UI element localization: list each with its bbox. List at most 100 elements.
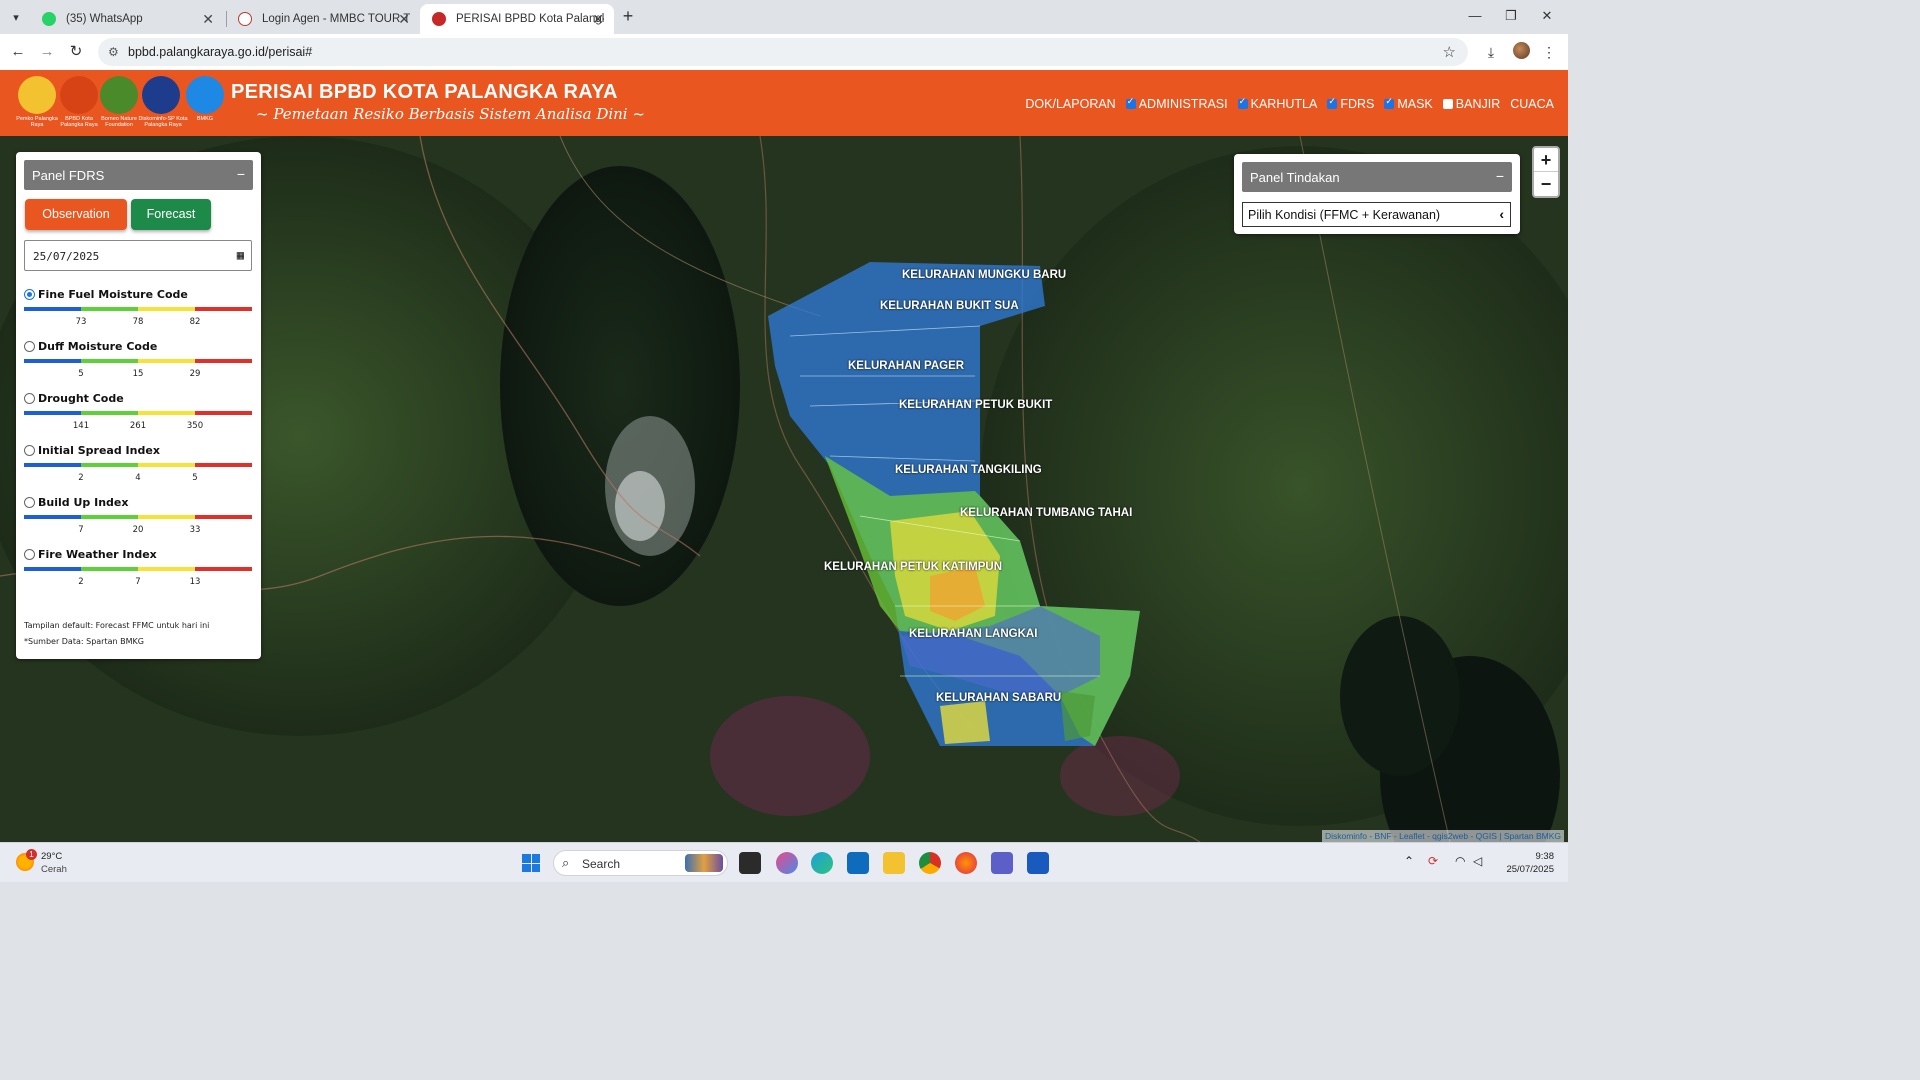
nav-label: DOK/LAPORAN xyxy=(1025,97,1116,111)
scale-segment xyxy=(81,463,138,467)
download-icon[interactable]: ⤓ xyxy=(1482,43,1500,61)
menu-kebab-icon[interactable]: ⋮ xyxy=(1540,43,1558,61)
fdrs-index-item[interactable]: Duff Moisture Code 5 15 29 xyxy=(24,339,252,389)
index-radio[interactable] xyxy=(24,445,35,456)
firefox-icon[interactable] xyxy=(955,852,977,874)
index-color-scale xyxy=(24,567,252,571)
kelurahan-label[interactable]: KELURAHAN LANGKAI xyxy=(909,628,1037,640)
edge-icon[interactable] xyxy=(811,852,833,874)
forecast-button[interactable]: Forecast xyxy=(131,199,211,230)
collapse-icon[interactable]: − xyxy=(237,166,245,182)
outlook-icon[interactable] xyxy=(847,852,869,874)
zoom-control: + − xyxy=(1532,146,1560,198)
kelurahan-label[interactable]: KELURAHAN PETUK BUKIT xyxy=(899,399,1052,411)
teams-icon[interactable] xyxy=(991,852,1013,874)
fdrs-index-item[interactable]: Initial Spread Index 2 4 5 xyxy=(24,443,252,493)
checkbox-administrasi[interactable] xyxy=(1125,96,1136,109)
nav-dok-laporan[interactable]: DOK/LAPORAN xyxy=(1025,97,1115,111)
index-radio[interactable] xyxy=(24,289,35,300)
file-explorer-icon[interactable] xyxy=(883,852,905,874)
collapse-icon[interactable]: − xyxy=(1496,168,1504,184)
browser-toolbar: ← → ↻ ⚙ bpbd.palangkaraya.go.id/perisai#… xyxy=(0,34,1568,70)
observation-button[interactable]: Observation xyxy=(25,199,127,230)
new-tab-button[interactable]: + xyxy=(619,6,637,26)
chevron-up-icon[interactable]: ⌃ xyxy=(1404,854,1414,868)
close-icon[interactable]: ✕ xyxy=(592,11,604,28)
taskbar-search[interactable]: ⌕ Search xyxy=(553,850,728,876)
tab-search-button[interactable]: ▾ xyxy=(6,7,26,27)
tab-perisai[interactable]: PERISAI BPBD Kota Palangka Ra ✕ xyxy=(420,4,614,34)
kelurahan-label[interactable]: KELURAHAN TUMBANG TAHAI xyxy=(960,507,1132,519)
fdrs-index-item[interactable]: Fine Fuel Moisture Code 73 78 82 xyxy=(24,287,252,337)
bookmark-star-icon[interactable]: ☆ xyxy=(1443,43,1456,61)
volume-icon[interactable]: ◁ xyxy=(1473,854,1482,868)
index-radio[interactable] xyxy=(24,549,35,560)
index-tick-label: 15 xyxy=(132,369,144,379)
minimize-button[interactable]: — xyxy=(1460,6,1490,26)
nav-mask[interactable]: MASK xyxy=(1384,96,1433,111)
zoom-in-button[interactable]: + xyxy=(1534,148,1558,172)
fdrs-index-item[interactable]: Fire Weather Index 2 7 13 xyxy=(24,547,252,597)
task-view-icon[interactable] xyxy=(739,852,761,874)
panel-fdrs-header[interactable]: Panel FDRS − xyxy=(24,160,253,190)
address-bar[interactable]: ⚙ bpbd.palangkaraya.go.id/perisai# ☆ xyxy=(98,38,1468,66)
chrome-icon[interactable] xyxy=(919,852,941,874)
close-icon[interactable]: ✕ xyxy=(398,11,410,28)
restore-button[interactable]: ❐ xyxy=(1496,6,1526,26)
index-tick-label: 29 xyxy=(189,369,201,379)
system-clock[interactable]: 9:38 25/07/2025 xyxy=(1506,850,1554,876)
panel-tindakan: Panel Tindakan − Pilih Kondisi (FFMC + K… xyxy=(1234,154,1520,234)
scale-segment xyxy=(81,515,138,519)
weather-temp[interactable]: 29°C xyxy=(41,851,62,862)
index-tick-label: 33 xyxy=(189,525,201,535)
kelurahan-label[interactable]: KELURAHAN PAGER xyxy=(848,360,964,372)
map-attribution[interactable]: Diskominfo - BNF - Leaflet - qgis2web - … xyxy=(1321,830,1564,842)
profile-avatar[interactable] xyxy=(1513,42,1530,59)
index-tick-label: 20 xyxy=(132,525,144,535)
sync-icon[interactable]: ⟳ xyxy=(1428,854,1438,868)
index-radio[interactable] xyxy=(24,497,35,508)
panel-tindakan-header[interactable]: Panel Tindakan − xyxy=(1242,162,1512,192)
date-input[interactable]: 25/07/2025 ▦ xyxy=(24,240,252,271)
nav-banjir[interactable]: BANJIR xyxy=(1442,97,1500,111)
copilot-icon[interactable] xyxy=(776,852,798,874)
nav-fdrs[interactable]: FDRS xyxy=(1327,96,1374,111)
start-button[interactable] xyxy=(522,854,540,872)
index-radio[interactable] xyxy=(24,341,35,352)
logo-bpbd xyxy=(60,76,98,114)
close-window-button[interactable]: ✕ xyxy=(1532,6,1562,26)
map-canvas[interactable]: KELURAHAN MUNGKU BARU KELURAHAN BUKIT SU… xyxy=(0,136,1568,842)
index-tick-label: 261 xyxy=(129,421,147,431)
index-tick-label: 4 xyxy=(135,473,141,483)
url-text[interactable]: bpbd.palangkaraya.go.id/perisai# xyxy=(128,45,312,59)
bpbd-icon xyxy=(432,12,446,26)
checkbox-karhutla[interactable] xyxy=(1237,96,1248,109)
weather-desc[interactable]: Cerah xyxy=(41,864,67,875)
checkbox-banjir[interactable] xyxy=(1442,99,1453,109)
kondisi-select[interactable]: Pilih Kondisi (FFMC + Kerawanan) ‹ xyxy=(1242,202,1511,227)
reload-icon[interactable]: ↻ xyxy=(66,42,86,62)
kelurahan-label[interactable]: KELURAHAN BUKIT SUA xyxy=(880,300,1019,312)
calendar-icon[interactable]: ▦ xyxy=(237,248,244,262)
nav-cuaca[interactable]: CUACA xyxy=(1510,97,1554,111)
checkbox-fdrs[interactable] xyxy=(1327,96,1338,109)
forward-icon[interactable]: → xyxy=(37,42,57,62)
word-icon[interactable] xyxy=(1027,852,1049,874)
tab-login-agen[interactable]: Login Agen - MMBC TOUR TRA ✕ xyxy=(226,4,420,34)
kelurahan-label[interactable]: KELURAHAN TANGKILING xyxy=(895,464,1042,476)
fdrs-index-item[interactable]: Build Up Index 7 20 33 xyxy=(24,495,252,545)
index-radio[interactable] xyxy=(24,393,35,404)
fdrs-index-item[interactable]: Drought Code 141 261 350 xyxy=(24,391,252,441)
zoom-out-button[interactable]: − xyxy=(1534,172,1558,196)
kelurahan-label[interactable]: KELURAHAN PETUK KATIMPUN xyxy=(824,561,1002,573)
kelurahan-label[interactable]: KELURAHAN SABARU xyxy=(936,692,1061,704)
back-icon[interactable]: ← xyxy=(8,42,28,62)
tab-whatsapp[interactable]: (35) WhatsApp ✕ xyxy=(30,4,224,34)
close-icon[interactable]: ✕ xyxy=(202,11,214,28)
kelurahan-label[interactable]: KELURAHAN MUNGKU BARU xyxy=(902,269,1066,281)
checkbox-mask[interactable] xyxy=(1384,96,1395,109)
wifi-icon[interactable]: ◠ xyxy=(1455,854,1465,868)
site-info-icon[interactable]: ⚙ xyxy=(108,45,119,59)
nav-karhutla[interactable]: KARHUTLA xyxy=(1237,96,1317,111)
nav-administrasi[interactable]: ADMINISTRASI xyxy=(1125,96,1228,111)
